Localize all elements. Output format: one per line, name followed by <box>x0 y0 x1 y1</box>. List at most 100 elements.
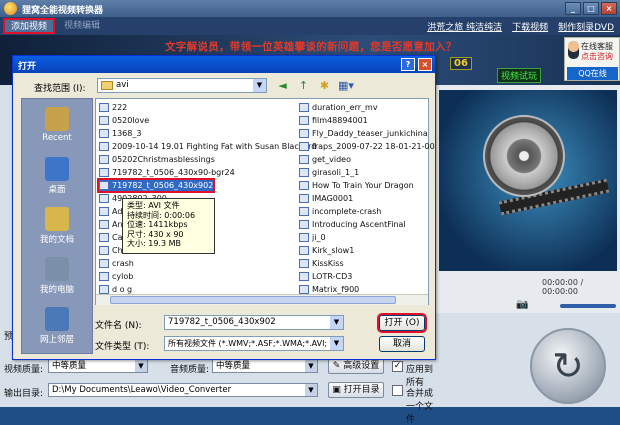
video-file-icon <box>299 155 309 164</box>
file-list-item[interactable]: film48894001 <box>299 115 368 126</box>
lookin-select[interactable]: avi ▼ <box>97 78 267 93</box>
file-info-tooltip: 类型: AVI 文件 持续时间: 0:00:06 位速: 1411kbps 尺寸… <box>122 198 215 254</box>
place-desktop[interactable]: 桌面 <box>22 153 92 201</box>
file-name: Kirk_slow1 <box>312 246 355 255</box>
video-quality-select[interactable]: 中等质量 ▼ <box>48 359 148 373</box>
folder-icon: ▣ <box>332 385 344 395</box>
lookin-value: avi <box>116 80 129 90</box>
file-list-item[interactable]: 719782_t_0506_430x902 <box>96 178 216 193</box>
place-network[interactable]: 网上邻居 <box>22 303 92 351</box>
file-list-item[interactable]: 0520love <box>99 115 149 126</box>
output-dir-field[interactable]: D:\My Documents\Leawo\Video_Converter ▼ <box>48 383 318 397</box>
file-name: duration_err_mv <box>312 103 378 112</box>
window-controls: _ □ × <box>565 2 617 15</box>
filetype-select[interactable]: 所有视频文件 (*.WMV;*.ASF;*.WMA;*.AVI; ▼ <box>164 336 344 351</box>
video-file-icon <box>299 246 309 255</box>
cancel-button[interactable]: 取消 <box>379 336 425 352</box>
file-list-item[interactable]: Introducing AscentFinal <box>299 219 406 230</box>
file-list-item[interactable]: How To Train Your Dragon <box>299 180 414 191</box>
video-file-icon <box>99 103 109 112</box>
time-display: 00:00:00 / 00:00:00 <box>542 278 584 296</box>
video-preview <box>436 85 620 273</box>
place-computer[interactable]: 我的电脑 <box>22 253 92 301</box>
file-name: How To Train Your Dragon <box>312 181 414 190</box>
file-list-item[interactable]: IMAG0001 <box>299 193 353 204</box>
file-list-item[interactable]: KissKiss <box>299 258 344 269</box>
scrollbar-thumb[interactable] <box>110 296 396 304</box>
file-name: incomplete-crash <box>312 207 382 216</box>
toolbar: 添加视频 视频编辑 洪荒之旅 纯洁纯洁 下载视频 制作刻录DVD <box>0 17 620 35</box>
convert-button[interactable]: ↻ <box>530 328 606 404</box>
link-promo[interactable]: 洪荒之旅 纯洁纯洁 <box>427 20 502 33</box>
video-file-icon <box>299 194 309 203</box>
service-consult-link[interactable]: 点击咨询 <box>581 51 613 62</box>
view-menu-icon[interactable]: ▦▾ <box>338 78 354 93</box>
add-video-button[interactable]: 添加视频 <box>3 18 55 34</box>
file-list-item[interactable]: girasoli_1_1 <box>299 167 359 178</box>
file-list-item[interactable]: cylob <box>99 271 133 282</box>
open-button[interactable]: 打开 (O) <box>377 313 427 333</box>
filename-input[interactable]: 719782_t_0506_430x902 ▼ <box>164 315 344 330</box>
up-folder-icon[interactable]: ↑ <box>296 78 311 93</box>
snapshot-icon[interactable]: 📷 <box>516 299 528 310</box>
file-list-item[interactable]: Fly_Daddy_teaser_junkichina <box>299 128 428 139</box>
tooltip-dimensions: 尺寸: 430 x 90 <box>127 229 184 239</box>
merge-checkbox[interactable] <box>392 385 403 396</box>
file-name: Matrix_f900 <box>312 285 360 294</box>
audio-quality-label: 音频质量: <box>170 365 210 375</box>
open-dir-button[interactable]: ▣ 打开目录 <box>328 382 384 398</box>
file-list-item[interactable]: 719782_t_0506_430x90-bgr24 <box>99 167 235 178</box>
filetype-value: 所有视频文件 (*.WMV;*.ASF;*.WMA;*.AVI; <box>168 339 328 348</box>
new-folder-icon[interactable]: ✱ <box>317 78 332 93</box>
file-list-item[interactable]: 2009-10-14 19.01 Fighting Fat with Susan… <box>99 141 316 152</box>
documents-icon <box>45 207 69 231</box>
file-list-item[interactable]: 05202Christmasblessings <box>99 154 215 165</box>
file-list-item[interactable]: get_video <box>299 154 351 165</box>
back-icon[interactable]: ◄ <box>275 78 290 93</box>
file-name: fraps_2009-07-22 18-01-21-00 <box>312 142 435 151</box>
close-button[interactable]: × <box>601 2 617 15</box>
file-list-item[interactable]: incomplete-crash <box>299 206 381 217</box>
banner-trial-button[interactable]: 视频试玩 <box>497 68 542 83</box>
advanced-settings-button[interactable]: ✎ 高级设置 <box>328 358 384 374</box>
file-list-item[interactable]: fraps_2009-07-22 18-01-21-00 <box>299 141 435 152</box>
file-list-item[interactable]: Kirk_slow1 <box>299 245 354 256</box>
video-file-icon <box>99 285 109 294</box>
recent-icon <box>45 107 69 131</box>
file-list-item[interactable]: 222 <box>99 102 127 113</box>
file-list-item[interactable]: crash <box>99 258 134 269</box>
video-file-icon <box>299 259 309 268</box>
link-download-video[interactable]: 下载视频 <box>512 20 548 33</box>
dialog-close-button[interactable]: × <box>418 58 432 71</box>
file-list-item[interactable]: 1368_3 <box>99 128 141 139</box>
file-list-item[interactable]: LOTR-CD3 <box>299 271 352 282</box>
video-file-icon <box>299 168 309 177</box>
apply-all-checkbox[interactable]: ✓ <box>392 361 403 372</box>
place-documents[interactable]: 我的文档 <box>22 203 92 251</box>
help-button[interactable]: ? <box>401 58 415 71</box>
output-dir-label: 输出目录: <box>4 389 44 399</box>
video-file-icon <box>99 246 109 255</box>
qq-online-button[interactable]: QQ在线 <box>567 67 618 80</box>
file-name: d o g <box>112 285 133 294</box>
link-burn-dvd[interactable]: 制作刻录DVD <box>558 20 614 33</box>
file-name: KissKiss <box>312 259 344 268</box>
chevron-down-icon: ▼ <box>305 360 317 372</box>
file-name: 719782_t_0506_430x902 <box>112 181 214 190</box>
file-list-scrollbar[interactable] <box>96 294 428 305</box>
app-window: 狸窝全能视频转换器 _ □ × 添加视频 视频编辑 洪荒之旅 纯洁纯洁 下载视频… <box>0 0 620 425</box>
file-list-item[interactable]: duration_err_mv <box>299 102 378 113</box>
online-service-panel[interactable]: 在线客服 点击咨询 QQ在线 <box>564 37 620 81</box>
file-name: 719782_t_0506_430x90-bgr24 <box>112 168 235 177</box>
volume-slider[interactable] <box>560 304 616 308</box>
maximize-button[interactable]: □ <box>583 2 599 15</box>
video-file-icon <box>99 181 109 190</box>
place-recent[interactable]: Recent <box>22 103 92 151</box>
file-list-item[interactable]: ji_0 <box>299 232 326 243</box>
edit-video-button[interactable]: 视频编辑 <box>58 18 106 34</box>
audio-quality-select[interactable]: 中等质量 ▼ <box>212 359 318 373</box>
minimize-button[interactable]: _ <box>565 2 581 15</box>
title-bar: 狸窝全能视频转换器 _ □ × <box>0 0 620 17</box>
preview-screen <box>439 90 617 271</box>
video-file-icon <box>299 181 309 190</box>
